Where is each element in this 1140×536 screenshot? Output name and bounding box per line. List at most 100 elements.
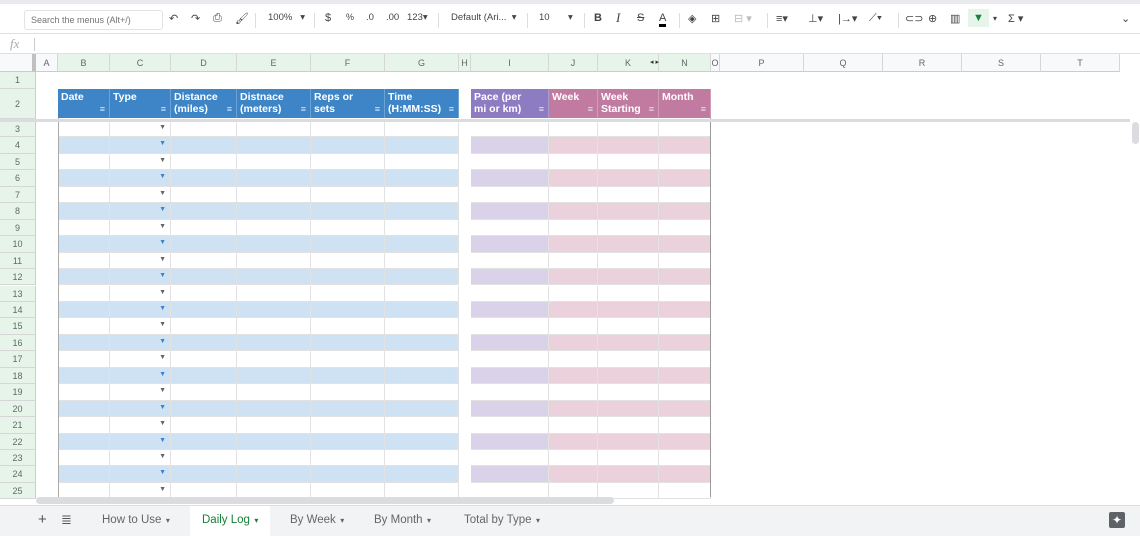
cell-t15[interactable] — [1041, 318, 1120, 334]
cell-q3[interactable] — [804, 121, 883, 137]
dropdown-arrow-icon[interactable]: ▼ — [159, 371, 166, 378]
cell-o23[interactable] — [711, 450, 720, 466]
cell-n16[interactable] — [659, 334, 711, 352]
cell-e7[interactable] — [237, 186, 311, 204]
cell-p4[interactable] — [720, 137, 804, 153]
cell-j21[interactable] — [549, 417, 598, 434]
cell-c20[interactable]: ▼ — [110, 400, 171, 418]
comment-icon[interactable]: ⊕ — [928, 12, 937, 25]
cell-j6[interactable] — [549, 170, 598, 187]
cell-p24[interactable] — [720, 466, 804, 482]
cell-s21[interactable] — [962, 417, 1041, 433]
cell-b8[interactable] — [58, 203, 110, 220]
undo-icon[interactable]: ↶ — [169, 12, 178, 25]
column-header-e[interactable]: E — [237, 54, 311, 72]
cell-s5[interactable] — [962, 154, 1041, 170]
cell-h15[interactable] — [459, 318, 471, 334]
cell-s9[interactable] — [962, 220, 1041, 236]
cell-f8[interactable] — [311, 203, 385, 220]
cell-d17[interactable] — [171, 351, 237, 368]
row-header-6[interactable]: 6 — [0, 170, 36, 187]
row-header-24[interactable]: 24 — [0, 466, 36, 483]
column-header-d[interactable]: D — [171, 54, 237, 72]
cell-a6[interactable] — [36, 170, 58, 186]
cell-r23[interactable] — [883, 450, 962, 466]
cell-k11[interactable] — [598, 252, 659, 270]
cell-t5[interactable] — [1041, 154, 1120, 170]
cell-o9[interactable] — [711, 220, 720, 236]
cell-g14[interactable] — [385, 301, 459, 319]
row-header-3[interactable]: 3 — [0, 121, 36, 138]
cell-j7[interactable] — [549, 186, 598, 204]
hidden-columns-toggle[interactable]: ◂ ▸ — [650, 58, 659, 66]
cell-k18[interactable] — [598, 367, 659, 385]
cell-p9[interactable] — [720, 220, 804, 236]
row-header-18[interactable]: 18 — [0, 367, 36, 385]
dropdown-arrow-icon[interactable]: ▼ — [159, 289, 166, 296]
cell-p10[interactable] — [720, 236, 804, 252]
row-header-19[interactable]: 19 — [0, 384, 36, 401]
cell-j13[interactable] — [549, 285, 598, 302]
cell-r5[interactable] — [883, 154, 962, 170]
column-header-j[interactable]: J — [549, 54, 598, 72]
cell-s12[interactable] — [962, 269, 1041, 285]
cell-f11[interactable] — [311, 252, 385, 270]
cell-e19[interactable] — [237, 384, 311, 401]
cell-i22[interactable] — [471, 433, 549, 450]
filter-icon[interactable]: ≡ — [100, 103, 105, 115]
cell-d9[interactable] — [171, 219, 237, 237]
cell-t21[interactable] — [1041, 417, 1120, 433]
cell-e10[interactable] — [237, 236, 311, 253]
filter-icon[interactable]: ≡ — [588, 103, 593, 115]
filter-icon[interactable]: ≡ — [539, 103, 544, 115]
tab-menu-icon[interactable]: ▾ — [161, 516, 170, 525]
cell-t16[interactable] — [1041, 335, 1120, 351]
cell-g6[interactable] — [385, 170, 459, 187]
cell-g3[interactable] — [385, 121, 459, 138]
cell-r15[interactable] — [883, 318, 962, 334]
cell-c12[interactable]: ▼ — [110, 269, 171, 286]
cell-i13[interactable] — [471, 285, 549, 302]
cell-s24[interactable] — [962, 466, 1041, 482]
cell-g19[interactable] — [385, 384, 459, 401]
cell-a15[interactable] — [36, 318, 58, 334]
cell-b18[interactable] — [58, 367, 110, 385]
cell-o3[interactable] — [711, 121, 720, 137]
cell-a21[interactable] — [36, 417, 58, 433]
cell-d13[interactable] — [171, 285, 237, 302]
cell-o11[interactable] — [711, 253, 720, 269]
cell-k16[interactable] — [598, 334, 659, 352]
cell-q11[interactable] — [804, 253, 883, 269]
cell-c14[interactable]: ▼ — [110, 301, 171, 319]
cell-q7[interactable] — [804, 187, 883, 203]
cell-p3[interactable] — [720, 121, 804, 137]
cell-i7[interactable] — [471, 186, 549, 204]
cell-t18[interactable] — [1041, 368, 1120, 384]
dropdown-arrow-icon[interactable]: ▼ — [159, 486, 166, 493]
cell-b9[interactable] — [58, 219, 110, 237]
cell-t8[interactable] — [1041, 203, 1120, 219]
add-sheet-icon[interactable]: + — [38, 511, 47, 528]
select-all-corner[interactable] — [0, 54, 36, 72]
cell-c3[interactable]: ▼ — [110, 121, 171, 138]
cell-a12[interactable] — [36, 269, 58, 285]
cell-r10[interactable] — [883, 236, 962, 252]
cell-j18[interactable] — [549, 367, 598, 385]
cell-n14[interactable] — [659, 301, 711, 319]
dropdown-arrow-icon[interactable]: ▼ — [159, 272, 166, 279]
row-header-21[interactable]: 21 — [0, 417, 36, 434]
cell-i4[interactable] — [471, 137, 549, 154]
cell-i21[interactable] — [471, 417, 549, 434]
dropdown-arrow-icon[interactable]: ▼ — [159, 338, 166, 345]
cell-r19[interactable] — [883, 384, 962, 400]
cell-q17[interactable] — [804, 351, 883, 367]
collapse-toolbar-icon[interactable]: ⌄ — [1121, 12, 1130, 25]
cell-t6[interactable] — [1041, 170, 1120, 186]
cell-b12[interactable] — [58, 269, 110, 286]
cell-n11[interactable] — [659, 252, 711, 270]
cell-k4[interactable] — [598, 137, 659, 154]
cell-b14[interactable] — [58, 301, 110, 319]
cell-a17[interactable] — [36, 351, 58, 367]
cell-e24[interactable] — [237, 466, 311, 483]
cell-e22[interactable] — [237, 433, 311, 450]
